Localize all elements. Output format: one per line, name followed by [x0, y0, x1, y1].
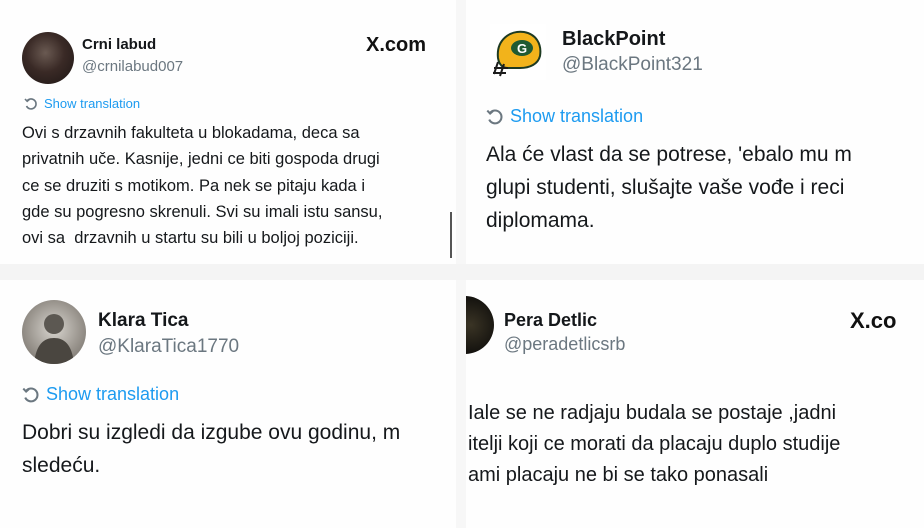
source-logo: X.com — [366, 34, 426, 57]
avatar[interactable]: G — [490, 24, 546, 80]
tweet-text: Dobri su izgledi da izgube ovu godinu, m… — [22, 421, 401, 477]
svg-text:G: G — [517, 41, 527, 56]
show-translation-link[interactable]: Show translation — [24, 96, 140, 111]
author-handle[interactable]: @crnilabud007 — [82, 58, 183, 75]
tweet-card-klara-tica: Klara Tica @KlaraTica1770 Show translati… — [0, 280, 456, 528]
tweet-text: Iale se ne radjaju budala se postaje ,ja… — [468, 402, 841, 486]
tweet-card-crni-labud: Crni labud @crnilabud007 X.com Show tran… — [0, 0, 456, 264]
show-translation-link[interactable]: Show translation — [22, 384, 179, 405]
person-photo-icon — [34, 314, 74, 364]
author-handle[interactable]: @BlackPoint321 — [562, 54, 703, 76]
tweet-text: Ovi s drzavnih fakulteta u blokadama, de… — [22, 124, 383, 248]
show-translation-label: Show translation — [44, 96, 141, 111]
green-bay-helmet-icon: G — [493, 30, 542, 77]
author-name[interactable]: Crni labud — [82, 36, 156, 53]
author-name[interactable]: Pera Detlic — [504, 310, 597, 331]
avatar[interactable] — [22, 300, 86, 364]
translate-icon — [24, 97, 37, 110]
author-handle[interactable]: @peradetlicsrb — [504, 334, 625, 355]
text-cursor — [450, 212, 452, 258]
author-name[interactable]: BlackPoint — [562, 28, 665, 51]
tweet-text: Ala će vlast da se potrese, 'ebalo mu m … — [486, 143, 852, 232]
translate-icon — [486, 108, 503, 124]
show-translation-link[interactable]: Show translation — [486, 106, 643, 127]
panel-divider-horizontal — [0, 264, 924, 280]
show-translation-label: Show translation — [46, 384, 180, 404]
source-label: X.com — [366, 34, 427, 56]
translate-icon — [22, 386, 39, 402]
tweet-card-blackpoint: G BlackPoint @BlackPoint321 Show transla… — [466, 0, 924, 264]
avatar[interactable] — [466, 296, 494, 354]
show-translation-label: Show translation — [510, 106, 644, 126]
author-name[interactable]: Klara Tica — [98, 310, 188, 332]
tweet-card-pera-detlic: Pera Detlic @peradetlicsrb X.co Iale se … — [466, 280, 924, 528]
avatar[interactable] — [22, 32, 74, 84]
source-logo: X.co — [850, 308, 896, 334]
source-label: X.co — [850, 308, 897, 333]
author-handle[interactable]: @KlaraTica1770 — [98, 336, 239, 358]
